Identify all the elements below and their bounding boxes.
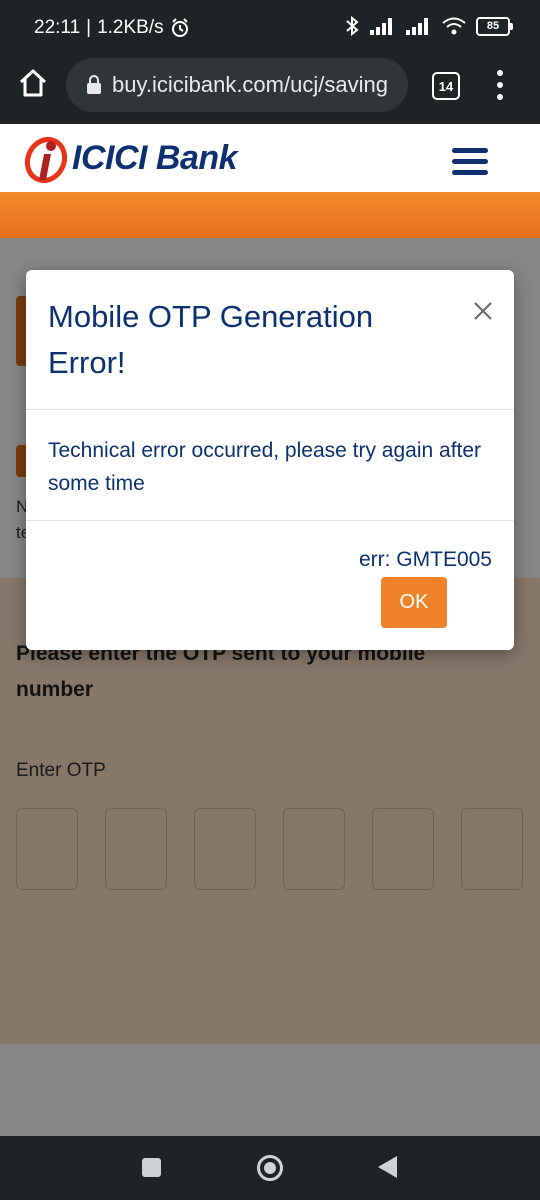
dialog-body: Technical error occurred, please try aga… [26, 410, 514, 521]
battery-icon: 85 [476, 16, 513, 36]
ok-button[interactable]: OK [381, 577, 447, 628]
tab-switcher-button[interactable]: 14 [432, 72, 460, 100]
wifi-icon [442, 17, 466, 35]
dialog-message: Technical error occurred, please try aga… [48, 439, 482, 495]
more-options-icon[interactable] [492, 70, 508, 102]
address-bar[interactable]: buy.icicibank.com/ucj/saving [66, 58, 408, 112]
site-header: ICICI Bank [0, 124, 540, 192]
recents-button[interactable] [142, 1158, 161, 1177]
error-code: err: GMTE005 [358, 548, 492, 571]
lock-icon [87, 75, 101, 94]
signal-icon-2 [406, 18, 428, 35]
close-icon[interactable] [472, 300, 494, 322]
signal-icon [370, 18, 392, 35]
home-button[interactable] [257, 1155, 283, 1181]
dialog-title: Mobile OTP Generation Error! [48, 299, 374, 380]
alarm-icon [171, 18, 188, 37]
bluetooth-icon [346, 16, 359, 36]
url-text: buy.icicibank.com/ucj/saving [112, 72, 388, 97]
hamburger-menu-icon[interactable] [452, 148, 488, 181]
network-speed: 1.2KB/s [97, 17, 164, 38]
system-nav-bar [0, 1136, 540, 1200]
status-time: 22:11 [34, 17, 81, 38]
logo-text: ICICI Bank [72, 138, 238, 177]
icici-emblem-icon [24, 137, 68, 183]
home-icon[interactable] [18, 68, 48, 98]
back-button[interactable] [378, 1156, 397, 1178]
icici-logo[interactable]: ICICI Bank [24, 132, 238, 184]
browser-toolbar: buy.icicibank.com/ucj/saving 14 [0, 44, 540, 124]
dialog-header: Mobile OTP Generation Error! [26, 270, 514, 410]
header-accent-band [0, 192, 540, 238]
error-dialog: Mobile OTP Generation Error! Technical e… [26, 270, 514, 650]
